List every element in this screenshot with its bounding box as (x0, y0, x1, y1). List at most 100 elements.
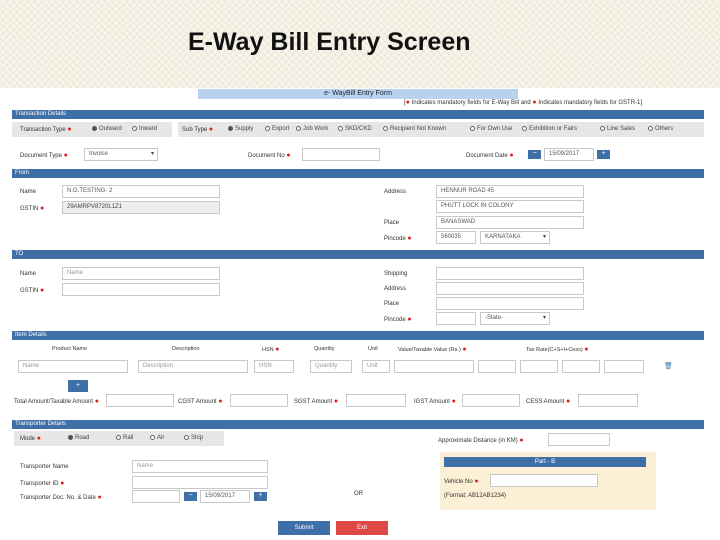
from-address-line2[interactable]: PHUTT LOCK IN COLONY (436, 200, 584, 213)
from-place-label: Place (384, 220, 400, 226)
igst-amount-input[interactable] (462, 394, 520, 407)
col-description: Description (172, 346, 200, 352)
item-taxable-value-input[interactable] (394, 360, 474, 373)
from-address-label: Address (384, 189, 407, 195)
item-quantity-input[interactable]: Quantity (310, 360, 352, 373)
radio-export[interactable]: Export (265, 126, 289, 132)
section-item-details: Item Details (12, 331, 704, 340)
to-name-label: Name (20, 271, 37, 277)
mandatory-legend: [● Indicates mandatory fields for E-Way … (404, 99, 643, 106)
document-date-label: Document Date ● (466, 152, 514, 159)
col-hsn: HSN ● (262, 346, 280, 353)
document-type-label: Document Type ● (20, 152, 68, 159)
to-name-input[interactable]: Name (62, 267, 220, 280)
legend-text-1: Indicates mandatory fields for E-Way Bil… (411, 100, 531, 106)
vehicle-no-input[interactable] (490, 474, 598, 487)
cess-amount-input[interactable] (578, 394, 638, 407)
to-shipping-label: Shipping (384, 271, 408, 277)
to-shipping-input[interactable] (436, 267, 584, 280)
item-hsn-input[interactable]: HSN (254, 360, 294, 373)
mode-label: Mode ● (20, 435, 41, 442)
radio-rail[interactable]: Rail (116, 435, 133, 441)
radio-outward[interactable]: Outward (92, 126, 122, 132)
sub-type-label: Sub Type ● (182, 126, 214, 133)
transporter-doc-label: Transporter Doc. No. & Date ● (20, 494, 102, 501)
tax-rate-cess-input[interactable] (604, 360, 644, 373)
date-increment-button[interactable]: + (597, 150, 610, 159)
add-item-button[interactable]: + (68, 380, 88, 392)
date-decrement-button[interactable]: − (528, 150, 541, 159)
igst-amount-label: IGST Amount ● (414, 398, 456, 405)
cgst-amount-input[interactable] (230, 394, 288, 407)
from-name-input[interactable]: N.G.TESTING- 2 (62, 185, 220, 198)
radio-inward[interactable]: Inward (132, 126, 157, 132)
to-place-label: Place (384, 301, 400, 307)
doc-date-increment-button[interactable]: + (254, 492, 267, 501)
radio-skd-ckd[interactable]: SKD/CKD (338, 126, 372, 132)
col-taxable-value: Value/Taxable Value (Rs.) ● (398, 346, 467, 353)
to-address-input[interactable] (436, 282, 584, 295)
document-type-select[interactable]: Invoice (84, 148, 158, 161)
tax-rate-cgst-input[interactable] (478, 360, 516, 373)
vehicle-format-hint: (Format: AB12AB1234) (444, 493, 507, 499)
form-title: e- WayBill Entry Form (198, 89, 518, 99)
to-gstin-input[interactable] (62, 283, 220, 296)
distance-label: Approximate Distance (in KM) ● (438, 437, 524, 444)
transporter-id-label: Transporter ID ● (20, 480, 65, 487)
radio-supply[interactable]: Supply (228, 126, 253, 132)
col-product-name: Product Name (52, 346, 88, 352)
item-description-input[interactable]: Description (138, 360, 248, 373)
submit-button[interactable]: Submit (278, 521, 330, 535)
from-pincode-input[interactable]: 560035 (436, 231, 476, 244)
vehicle-no-label: Vehicle No ● (444, 478, 479, 485)
sgst-amount-label: SGST Amount ● (294, 398, 339, 405)
delete-row-icon[interactable]: 🗑 (664, 362, 673, 370)
document-no-input[interactable] (302, 148, 380, 161)
total-amount-input[interactable] (106, 394, 174, 407)
tax-rate-igst-input[interactable] (562, 360, 600, 373)
document-date-input[interactable]: 15/09/2017 (544, 148, 594, 161)
transporter-doc-no-input[interactable] (132, 490, 180, 503)
radio-line-sales[interactable]: Line Sales (600, 126, 635, 132)
sgst-amount-input[interactable] (346, 394, 406, 407)
from-gstin-input[interactable]: 29AMRPV8720L1Z1 (62, 201, 220, 214)
mandatory-dot-icon: ● (532, 99, 537, 106)
radio-ship[interactable]: Ship (184, 435, 203, 441)
to-place-input[interactable] (436, 297, 584, 310)
tax-rate-sgst-input[interactable] (520, 360, 558, 373)
from-name-label: Name (20, 189, 37, 195)
total-amount-label: Total Amount/Taxable Amount ● (14, 398, 99, 405)
item-name-input[interactable]: Name (18, 360, 128, 373)
from-address-line1[interactable]: HENNUR ROAD 45 (436, 185, 584, 198)
radio-for-own-use[interactable]: For Own Use (470, 126, 512, 132)
transporter-name-label: Transporter Name (20, 464, 69, 470)
col-unit: Unit (368, 346, 378, 352)
to-state-select[interactable]: -State- (480, 312, 550, 325)
section-transaction-details: Transaction Details (12, 110, 704, 119)
or-separator: OR (354, 491, 363, 497)
from-state-select[interactable]: KARNATAKA (480, 231, 550, 244)
document-no-label: Document No ● (248, 152, 291, 159)
radio-job-work[interactable]: Job Work (296, 126, 328, 132)
item-unit-input[interactable]: Unit (362, 360, 390, 373)
col-quantity: Quantity (314, 346, 335, 352)
transaction-type-label: Transaction Type ● (20, 126, 72, 133)
transporter-name-input[interactable]: Name (132, 460, 268, 473)
cgst-amount-label: CGST Amount ● (178, 398, 223, 405)
radio-recipient-not-known[interactable]: Recipient Not Known (383, 126, 446, 132)
transporter-id-input[interactable] (132, 476, 268, 489)
from-place-input[interactable]: BANASWAD (436, 216, 584, 229)
radio-exhibition-fairs[interactable]: Exhibition or Fairs (522, 126, 577, 132)
part-b-title: Part - B (444, 457, 646, 467)
transporter-doc-date-input[interactable]: 15/09/2017 (200, 490, 250, 503)
exit-button[interactable]: Exit (336, 521, 388, 535)
radio-others[interactable]: Others (648, 126, 673, 132)
radio-road[interactable]: Road (68, 435, 89, 441)
to-address-label: Address (384, 286, 407, 292)
to-pincode-input[interactable] (436, 312, 476, 325)
section-to: TO (12, 250, 704, 259)
doc-date-decrement-button[interactable]: − (184, 492, 197, 501)
radio-air[interactable]: Air (150, 435, 164, 441)
distance-input[interactable] (548, 433, 610, 446)
mandatory-dot-icon: ● (405, 99, 410, 106)
